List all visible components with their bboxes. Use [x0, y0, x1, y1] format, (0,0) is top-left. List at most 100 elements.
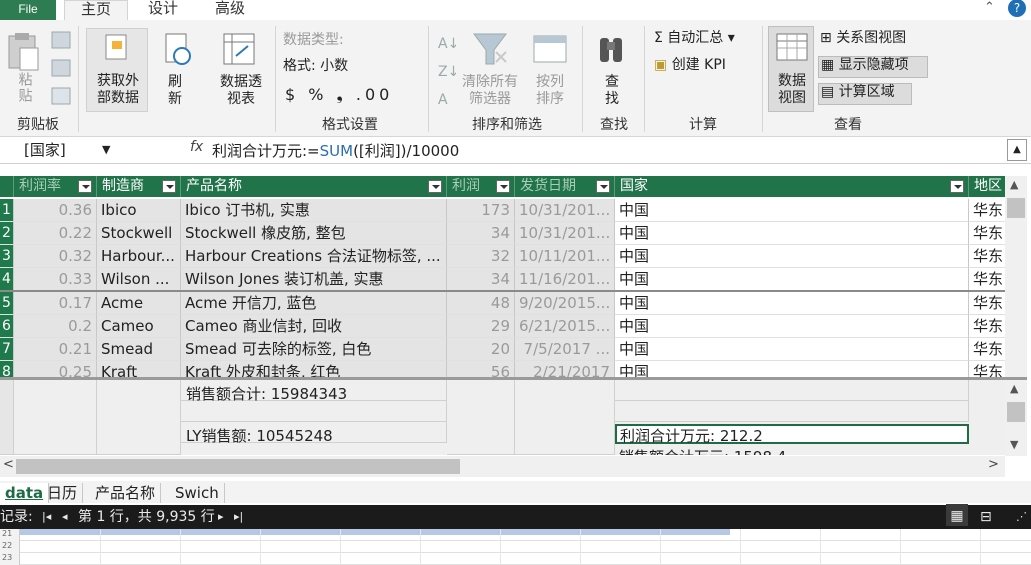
row-number[interactable]: 6 [0, 315, 14, 338]
scroll-down-icon[interactable]: ▼ [1010, 438, 1018, 451]
cell-profit[interactable]: 34 [447, 222, 515, 245]
column-header-profit[interactable]: 利润 [447, 176, 515, 197]
cell-maker[interactable]: Harbour... [97, 245, 181, 268]
find-label-1[interactable]: 查 [598, 74, 626, 91]
cell-product[interactable]: Smead 可去除的标签, 白色 [181, 338, 447, 361]
table-row[interactable]: 5 0.17 Acme Acme 开信刀, 蓝色 48 9/20/2015...… [0, 292, 1005, 315]
cell-country[interactable]: 中国 [615, 222, 969, 245]
scroll-thumb[interactable] [1007, 198, 1025, 218]
cell-region[interactable]: 华东 [969, 268, 1005, 291]
number-format-buttons[interactable]: $ % ❟ .00 [285, 86, 425, 103]
paste-icon[interactable] [6, 32, 40, 72]
row-number[interactable]: 8 [0, 361, 14, 377]
calc-vertical-scrollbar[interactable]: ▲ ▼ [1005, 380, 1027, 456]
column-header-product[interactable]: 产品名称 [181, 176, 447, 197]
clear-filter-line2[interactable]: 筛选器 [456, 91, 524, 108]
name-box-dropdown-icon[interactable]: ▼ [102, 139, 110, 161]
column-header-maker[interactable]: 制造商 [97, 176, 181, 197]
table-row[interactable]: 7 0.21 Smead Smead 可去除的标签, 白色 20 7/5/201… [0, 338, 1005, 361]
scroll-up-icon[interactable]: ▲ [1010, 382, 1018, 395]
cut-copy-format-icons[interactable] [50, 30, 74, 114]
cell-product[interactable]: Cameo 商业信封, 回收 [181, 315, 447, 338]
row-number[interactable]: 3 [0, 245, 14, 268]
data-view-button[interactable]: 数据 视图 [768, 26, 814, 112]
refresh-label-1[interactable]: 刷 [160, 74, 190, 91]
grid-view-icon[interactable]: ▦ [946, 504, 968, 526]
filter-dropdown-icon[interactable] [78, 180, 92, 193]
cell-profit[interactable]: 48 [447, 292, 515, 315]
cell-ship-date[interactable]: 9/20/2015... [515, 292, 615, 315]
table-row[interactable]: 3 0.32 Harbour... Harbour Creations 合法证物… [0, 245, 1005, 268]
expand-formula-icon[interactable]: ▲ [1007, 139, 1027, 161]
cell-ship-date[interactable]: 10/11/201... [515, 245, 615, 268]
column-header-profit-rate[interactable]: 利润率 [14, 176, 97, 197]
refresh-icon[interactable] [162, 32, 192, 70]
cell-product[interactable]: Ibico 订书机, 实惠 [181, 199, 447, 222]
scroll-left-icon[interactable]: < [3, 457, 14, 472]
formula-input[interactable]: 利润合计万元:=SUM([利润])/10000 [212, 140, 459, 161]
cell-profit-rate[interactable]: 0.22 [14, 222, 97, 245]
cell-profit[interactable]: 32 [447, 245, 515, 268]
cell-ship-date[interactable]: 6/21/2015... [515, 315, 615, 338]
cell-maker[interactable]: Ibico [97, 199, 181, 222]
cell-product[interactable]: Stockwell 橡皮筋, 整包 [181, 222, 447, 245]
cell-region[interactable]: 华东 [969, 315, 1005, 338]
cell-product[interactable]: Acme 开信刀, 蓝色 [181, 292, 447, 315]
sort-by-column-line2[interactable]: 排序 [526, 91, 574, 108]
cell-country[interactable]: 中国 [615, 361, 969, 377]
cell-region[interactable]: 华东 [969, 338, 1005, 361]
row-number[interactable]: 4 [0, 268, 14, 291]
diagram-view-icon[interactable]: ⊟ [980, 505, 992, 529]
cell-profit-rate[interactable]: 0.36 [14, 199, 97, 222]
cell-maker[interactable]: Wilson ... [97, 268, 181, 291]
clear-filter-line1[interactable]: 清除所有 [456, 74, 524, 91]
cell-ship-date[interactable]: 2/21/2017 [515, 361, 615, 377]
filter-dropdown-icon[interactable] [428, 180, 442, 193]
column-header-ship-date[interactable]: 发货日期 [515, 176, 615, 197]
table-row[interactable]: 4 0.33 Wilson ... Wilson Jones 装订机盖, 实惠 … [0, 268, 1005, 291]
data-type-dropdown[interactable]: 数据类型: [283, 32, 369, 49]
cell-country[interactable]: 中国 [615, 199, 969, 222]
selected-measure-cell[interactable]: 利润合计万元: 212.2 [615, 424, 969, 445]
cell-product[interactable]: Wilson Jones 装订机盖, 实惠 [181, 268, 447, 291]
cell-profit[interactable]: 173 [447, 199, 515, 222]
cell-profit[interactable]: 20 [447, 338, 515, 361]
measure-sales-total[interactable]: 销售额合计: 15984343 [186, 383, 347, 404]
name-box[interactable]: [国家] ▼ [2, 139, 116, 161]
find-label-2[interactable]: 找 [598, 91, 626, 108]
cell-country[interactable]: 中国 [615, 315, 969, 338]
filter-dropdown-icon[interactable] [596, 180, 610, 193]
horizontal-scrollbar[interactable]: < > [0, 456, 1005, 477]
cell-maker[interactable]: Acme [97, 292, 181, 315]
cell-product[interactable]: Kraft 外皮和封条, 红色 [181, 361, 447, 377]
cell-product[interactable]: Harbour Creations 合法证物标签, ... [181, 245, 447, 268]
pivot-table-icon[interactable] [222, 32, 258, 68]
pivot-label-1[interactable]: 数据透 [212, 74, 270, 91]
format-dropdown[interactable]: 格式: 小数 [283, 58, 369, 75]
tab-design[interactable]: 设计 [134, 0, 192, 20]
get-external-data-button[interactable]: 获取外 部数据 [86, 28, 148, 112]
sheet-tab-product-name[interactable]: 产品名称 [90, 483, 162, 503]
autosum-button[interactable]: Σ 自动汇总 ▾ [654, 30, 754, 47]
row-number[interactable]: 5 [0, 292, 14, 315]
sort-buttons-icon[interactable]: A↓ Z↓ A [436, 30, 456, 108]
refresh-label-2[interactable]: 新 [160, 91, 190, 108]
cell-country[interactable]: 中国 [615, 268, 969, 291]
column-header-country[interactable]: 国家 [615, 176, 969, 197]
measure-sales-wan[interactable]: 销售额合计万元: 1598.4 [619, 446, 786, 455]
grid-vertical-scrollbar[interactable]: ▲ [1005, 176, 1027, 378]
create-kpi-button[interactable]: ▣ 创建 KPI [654, 57, 754, 74]
cell-profit-rate[interactable]: 0.33 [14, 268, 97, 291]
cell-profit-rate[interactable]: 0.17 [14, 292, 97, 315]
cell-country[interactable]: 中国 [615, 338, 969, 361]
cell-maker[interactable]: Smead [97, 338, 181, 361]
cell-ship-date[interactable]: 10/31/201... [515, 222, 615, 245]
sheet-tab-swich[interactable]: Swich [170, 483, 225, 503]
cell-profit[interactable]: 34 [447, 268, 515, 291]
row-number[interactable]: 1 [0, 199, 14, 222]
next-record-icon[interactable]: ▸ [218, 505, 224, 529]
scroll-thumb[interactable] [16, 459, 460, 474]
paste-button[interactable]: 粘贴 [10, 72, 38, 109]
cell-profit-rate[interactable]: 0.2 [14, 315, 97, 338]
prev-record-icon[interactable]: ◂ [62, 505, 68, 529]
